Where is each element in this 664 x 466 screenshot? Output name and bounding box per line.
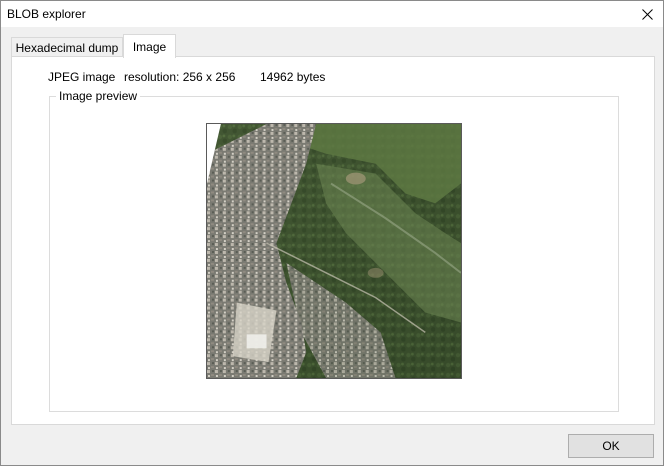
image-tab-panel: JPEG image resolution: 256 x 256 14962 b… [11,56,655,425]
tab-hexadecimal-dump[interactable]: Hexadecimal dump [11,37,123,57]
image-preview-legend: Image preview [56,89,141,103]
image-resolution-label: resolution: 256 x 256 [124,70,236,84]
aerial-photo-image [207,124,461,378]
close-button[interactable] [631,1,663,27]
image-size-label: 14962 bytes [260,70,326,84]
image-preview-group: Image preview [49,89,619,412]
dialog-footer: OK [1,426,663,466]
image-preview-frame [206,123,462,379]
ok-button[interactable]: OK [568,434,654,458]
image-type-label: JPEG image [48,70,116,84]
title-bar[interactable]: BLOB explorer [1,1,663,27]
tab-image[interactable]: Image [123,34,176,58]
close-icon [641,8,653,20]
window-title: BLOB explorer [7,7,86,21]
blob-explorer-window: BLOB explorer Hexadecimal dump Image JPE… [0,0,664,466]
